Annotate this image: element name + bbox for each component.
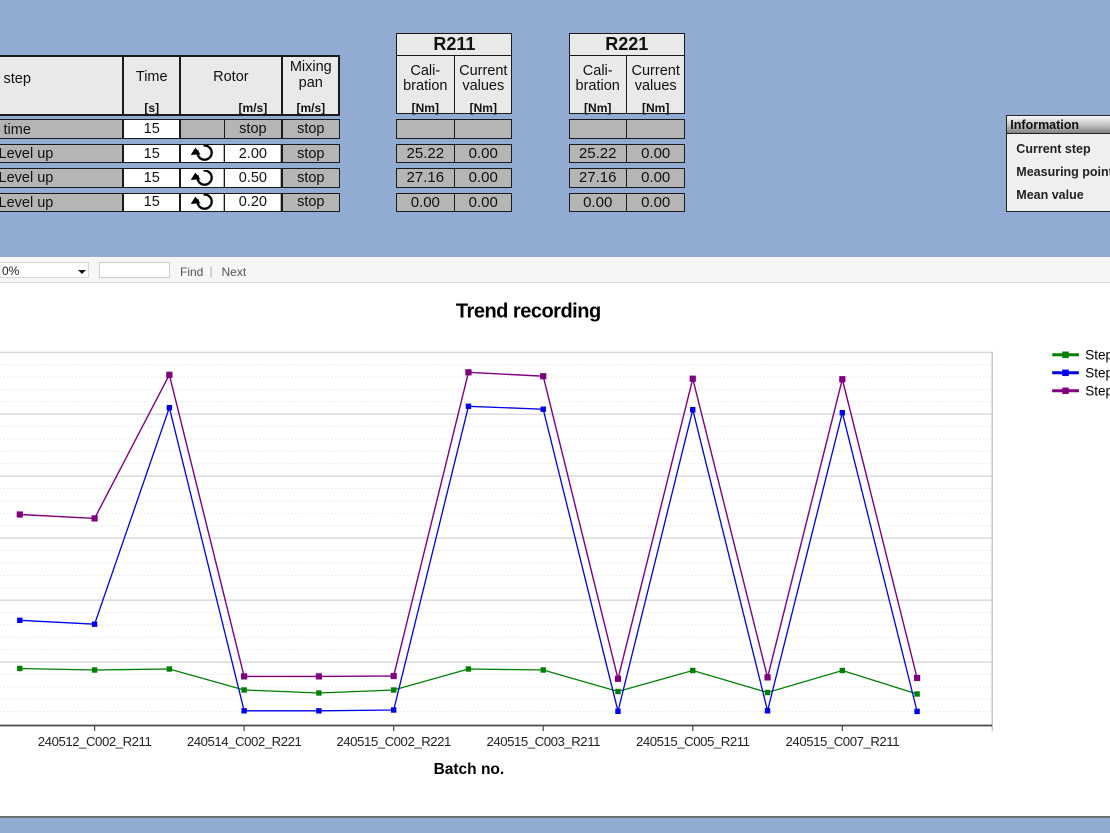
svg-text:Batch no.: Batch no. xyxy=(434,761,505,778)
svg-text:240512_C002_R211: 240512_C002_R211 xyxy=(38,734,152,749)
svg-text:Step 2: Step 2 xyxy=(1085,348,1110,363)
svg-text:240514_C002_R221: 240514_C002_R221 xyxy=(187,734,302,749)
svg-text:Step 4: Step 4 xyxy=(1085,384,1110,399)
svg-text:240515_C002_R221: 240515_C002_R221 xyxy=(336,734,451,749)
svg-text:240515_C007_R211: 240515_C007_R211 xyxy=(786,734,900,749)
svg-text:240515_C005_R211: 240515_C005_R211 xyxy=(636,734,750,749)
svg-text:240515_C003_R211: 240515_C003_R211 xyxy=(486,734,600,749)
svg-text:Trend recording: Trend recording xyxy=(456,301,601,323)
svg-text:Step 3: Step 3 xyxy=(1085,366,1110,381)
